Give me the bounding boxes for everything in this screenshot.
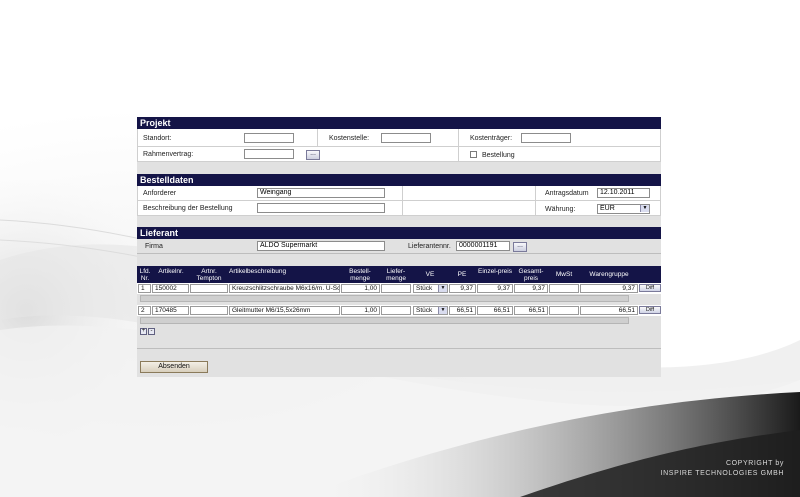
- row2-ve-select[interactable]: Stück ▼: [413, 306, 448, 315]
- row2-artnr-tempton[interactable]: [190, 306, 228, 315]
- row1-bestellmenge[interactable]: 1,00: [341, 284, 380, 293]
- row1-beschreibung[interactable]: Kreuzschlitzschraube M6x16/m. U-Sc: [229, 284, 340, 293]
- bestellung-label: Bestellung: [482, 152, 515, 159]
- col-warengruppe: Warengruppe: [589, 271, 629, 278]
- row1-diff-button[interactable]: Diff: [639, 284, 661, 292]
- remove-row-button[interactable]: -: [148, 328, 155, 335]
- rahmenvertrag-input[interactable]: [244, 149, 294, 159]
- spacer: [137, 216, 661, 227]
- copyright-line1: COPYRIGHT by: [725, 460, 784, 467]
- col-gesamtpreis: Gesamt-preis: [518, 268, 544, 282]
- waehrung-label: Währung:: [545, 206, 576, 213]
- col-artnr-tempton: Artnr. Tempton: [196, 268, 222, 282]
- antragsdatum-label: Antragsdatum: [545, 190, 589, 197]
- col-bestellmenge: Bestell-menge: [349, 268, 371, 282]
- row2-artikelnr[interactable]: 170485: [152, 306, 189, 315]
- col-pe: PE: [457, 271, 467, 278]
- col-mwst: MwSt: [555, 271, 573, 278]
- lieferant-header: Lieferant: [137, 227, 661, 239]
- col-artikelnr: Artikelnr.: [158, 268, 184, 275]
- row2-bestellmenge[interactable]: 1,00: [341, 306, 380, 315]
- row1-warengruppe[interactable]: 9,37: [580, 284, 638, 293]
- kostenstelle-label: Kostenstelle:: [329, 135, 370, 142]
- waehrung-value: EUR: [600, 205, 615, 212]
- kostentraeger-input[interactable]: [521, 133, 571, 143]
- lieferant-browse-button[interactable]: ...: [513, 242, 527, 252]
- row2-einzelpreis[interactable]: 66,51: [477, 306, 513, 315]
- row2-gesamtpreis: 66,51: [514, 306, 548, 315]
- row2-warengruppe[interactable]: 66,51: [580, 306, 638, 315]
- row1-lfd: 1: [138, 284, 151, 293]
- row2-beschreibung[interactable]: Gleitmutter M6/15,5x26mm: [229, 306, 340, 315]
- add-row-button[interactable]: +: [140, 328, 147, 335]
- submit-area: Absenden: [137, 349, 661, 377]
- row2-pe[interactable]: 66,51: [449, 306, 476, 315]
- row2-liefermenge[interactable]: [381, 306, 411, 315]
- row1-einzelpreis[interactable]: 9,37: [477, 284, 513, 293]
- lieferant-panel: Lieferant Firma ALDO Supermarkt Lieferan…: [137, 227, 661, 254]
- projekt-panel: Projekt Standort: Kostenstelle: Kostentr…: [137, 117, 661, 162]
- col-lfd: Lfd. Nr.: [139, 268, 151, 282]
- row1-note-field[interactable]: [140, 295, 629, 302]
- row1-artnr-tempton[interactable]: [190, 284, 228, 293]
- lieferantennr-input[interactable]: 0000001191: [456, 241, 510, 251]
- row1-mwst[interactable]: [549, 284, 579, 293]
- copyright-line2: INSPIRE TECHNOLOGIES GMBH: [660, 470, 784, 477]
- kostenstelle-input[interactable]: [381, 133, 431, 143]
- beschreibung-input[interactable]: [257, 203, 385, 213]
- bestellung-checkbox[interactable]: [470, 151, 477, 158]
- anforderer-input[interactable]: Weingang: [257, 188, 385, 198]
- firma-label: Firma: [145, 243, 163, 250]
- row1-liefermenge[interactable]: [381, 284, 411, 293]
- bestelldaten-panel: Bestelldaten Anforderer Weingang Beschre…: [137, 174, 661, 216]
- kostentraeger-label: Kostenträger:: [470, 135, 513, 142]
- col-artikelbeschreibung: Artikelbeschreibung: [229, 268, 287, 275]
- row1-ve-value: Stück: [416, 285, 433, 292]
- row2-mwst[interactable]: [549, 306, 579, 315]
- absenden-button[interactable]: Absenden: [140, 361, 208, 373]
- row1-pe[interactable]: 9,37: [449, 284, 476, 293]
- standort-label: Standort:: [143, 135, 172, 142]
- row2-note-field[interactable]: [140, 317, 629, 324]
- anforderer-label: Anforderer: [143, 190, 177, 197]
- rahmenvertrag-label: Rahmenvertrag:: [143, 151, 194, 158]
- col-einzelpreis: Einzel-preis: [478, 268, 512, 275]
- standort-input[interactable]: [244, 133, 294, 143]
- bestelldaten-header: Bestelldaten: [137, 174, 661, 186]
- row1-gesamtpreis: 9,37: [514, 284, 548, 293]
- beschreibung-label: Beschreibung der Bestellung: [143, 205, 233, 212]
- spacer: [137, 162, 661, 174]
- positions-panel: Lfd. Nr. Artikelnr. Artnr. Tempton Artik…: [137, 266, 661, 349]
- row2-ve-value: Stück: [416, 307, 433, 314]
- chevron-down-icon[interactable]: ▼: [640, 205, 649, 212]
- antragsdatum-input[interactable]: 12.10.2011: [597, 188, 650, 198]
- col-liefermenge: Liefer-menge: [386, 268, 406, 282]
- copyright-notice: COPYRIGHT by INSPIRE TECHNOLOGIES GMBH: [584, 459, 784, 479]
- projekt-header: Projekt: [137, 117, 661, 129]
- chevron-down-icon[interactable]: ▼: [438, 307, 447, 314]
- spacer: [137, 254, 661, 266]
- row1-ve-select[interactable]: Stück ▼: [413, 284, 448, 293]
- firma-input[interactable]: ALDO Supermarkt: [257, 241, 385, 251]
- row2-diff-button[interactable]: Diff: [639, 306, 661, 314]
- row1-artikelnr[interactable]: 150002: [152, 284, 189, 293]
- lieferantennr-label: Lieferantennr.: [408, 243, 451, 250]
- chevron-down-icon[interactable]: ▼: [438, 285, 447, 292]
- col-ve: VE: [425, 271, 435, 278]
- rahmenvertrag-browse-button[interactable]: ...: [306, 150, 320, 160]
- waehrung-select[interactable]: EUR ▼: [597, 204, 650, 214]
- row2-lfd: 2: [138, 306, 151, 315]
